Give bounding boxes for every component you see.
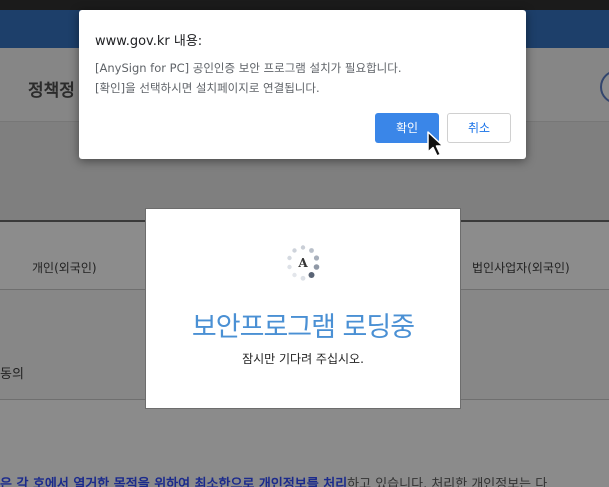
alert-message-line-1: [AnySign for PC] 공인인증 보안 프로그램 설치가 필요합니다. bbox=[95, 61, 402, 75]
header-round-button bbox=[600, 70, 609, 104]
browser-top-strip bbox=[0, 0, 609, 10]
policy-text-area: 은 각 호에서 열거한 목적을 위하여 최소한으로 개인정보를 처리하고 있습니… bbox=[0, 400, 609, 487]
cancel-button[interactable]: 취소 bbox=[447, 113, 511, 143]
alert-message: [AnySign for PC] 공인인증 보안 프로그램 설치가 필요합니다.… bbox=[95, 58, 401, 98]
consent-text: 동의 bbox=[0, 367, 24, 382]
browser-alert-dialog: www.gov.kr 내용: [AnySign for PC] 공인인증 보안 … bbox=[79, 10, 526, 159]
policy-text-rest: 하고 있습니다. 처리한 개인정보는 다 bbox=[347, 477, 548, 487]
column-header-individual-foreigner: 개인(외국인) bbox=[32, 261, 97, 275]
security-program-loading-modal: A 보안프로그램 로딩중 잠시만 기다려 주십시오. bbox=[145, 208, 461, 409]
page-title: 정책정 bbox=[28, 81, 75, 101]
spinner-letter: A bbox=[297, 256, 308, 270]
loading-spinner-icon: A bbox=[287, 245, 320, 281]
alert-title: www.gov.kr 내용: bbox=[95, 34, 203, 49]
column-header-corporate-foreigner: 법인사업자(외국인) bbox=[472, 261, 570, 275]
alert-message-line-2: [확인]을 선택하시면 설치페이지로 연결됩니다. bbox=[95, 81, 320, 95]
policy-text: 은 각 호에서 열거한 목적을 위하여 최소한으로 개인정보를 처리하고 있습니… bbox=[0, 473, 547, 487]
loading-title: 보안프로그램 로딩중 bbox=[191, 312, 415, 343]
policy-text-underlined: 은 각 호에서 열거한 목적을 위하여 최소한으로 개인정보를 처리 bbox=[0, 477, 348, 487]
mouse-pointer-icon bbox=[427, 131, 444, 157]
loading-subtitle: 잠시만 기다려 주십시오. bbox=[242, 352, 364, 366]
